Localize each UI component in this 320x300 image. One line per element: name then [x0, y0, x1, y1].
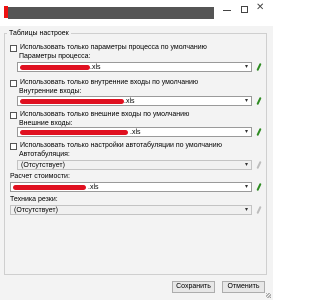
resize-grip[interactable]: [266, 293, 271, 298]
external-select[interactable]: .xls ▾: [17, 127, 252, 137]
tabulation-defaults-checkbox[interactable]: [10, 143, 17, 150]
cutting-value: (Отсутствует): [14, 207, 58, 214]
redaction: [13, 185, 86, 190]
redaction: [20, 65, 90, 70]
process-suffix: .xls: [90, 64, 101, 71]
minimize-button[interactable]: [223, 10, 231, 11]
redaction: [20, 99, 124, 104]
title-bar: ✕: [0, 0, 273, 26]
chevron-down-icon: ▾: [244, 129, 248, 135]
internal-select[interactable]: .xls ▾: [17, 96, 252, 106]
internal-defaults-label: Использовать только внутренние входы по …: [20, 79, 199, 86]
save-button[interactable]: Сохранить: [172, 281, 215, 293]
process-defaults-checkbox[interactable]: [10, 45, 17, 52]
tabulation-field-label: Автотабуляция:: [19, 151, 70, 158]
tabulation-value: (Отсутствует): [21, 162, 65, 169]
tabulation-select[interactable]: (Отсутствует) ▾: [17, 160, 252, 170]
internal-field-label: Внутренние входы:: [19, 88, 82, 95]
cost-select[interactable]: .xls ▾: [10, 182, 252, 192]
close-button[interactable]: ✕: [256, 2, 264, 14]
maximize-button[interactable]: [241, 6, 248, 13]
chevron-down-icon: ▾: [244, 184, 248, 190]
chevron-down-icon: ▾: [244, 162, 248, 168]
process-defaults-label: Использовать только параметры процесса п…: [20, 44, 207, 51]
group-title: Таблицы настроек: [7, 30, 71, 37]
internal-suffix: .xls: [124, 98, 135, 105]
process-select[interactable]: .xls ▾: [17, 62, 252, 72]
process-field-label: Параметры процесса:: [19, 53, 91, 60]
external-suffix: .xls: [130, 129, 141, 136]
cutting-field-label: Техника резки:: [10, 196, 58, 203]
chevron-down-icon: ▾: [244, 64, 248, 70]
internal-defaults-checkbox[interactable]: [10, 80, 17, 87]
chevron-down-icon: ▾: [244, 207, 248, 213]
external-defaults-label: Использовать только внешние входы по умо…: [20, 111, 190, 118]
chevron-down-icon: ▾: [244, 98, 248, 104]
tabulation-defaults-label: Использовать только настройки автотабуля…: [20, 142, 222, 149]
redaction: [20, 130, 128, 135]
cost-suffix: .xls: [88, 184, 99, 191]
cost-field-label: Расчет стоимости:: [10, 173, 70, 180]
cancel-button[interactable]: Отменить: [222, 281, 265, 293]
external-defaults-checkbox[interactable]: [10, 112, 17, 119]
title-redaction-bar: [8, 7, 214, 19]
cutting-select[interactable]: (Отсутствует) ▾: [10, 205, 252, 215]
